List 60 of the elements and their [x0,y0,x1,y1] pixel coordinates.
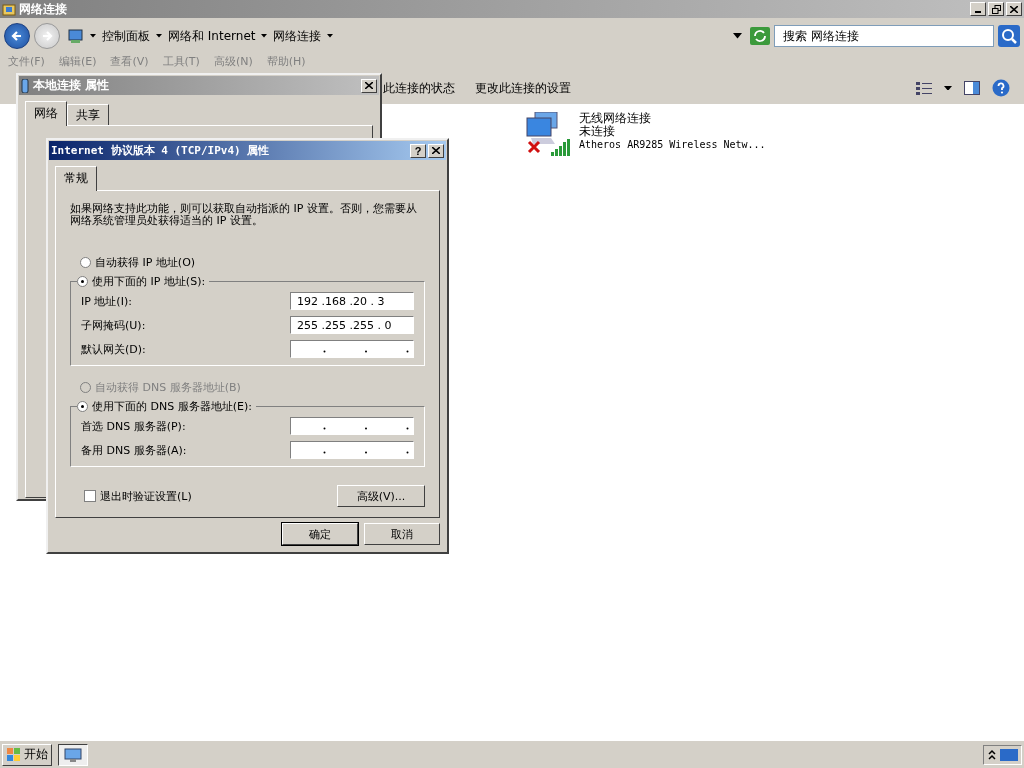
back-arrow-icon [11,30,23,42]
cancel-button[interactable]: 取消 [364,523,440,545]
connection-status: 未连接 [579,125,615,138]
ip-address-field[interactable]: 192 .168 .20 . 3 [290,292,414,310]
field-label: 首选 DNS 服务器(P): [81,418,186,434]
ok-button[interactable]: 确定 [282,523,358,545]
tab[interactable]: 共享 [67,104,109,125]
help-button[interactable]: ? [410,143,426,158]
connection-name: 无线网络连接 [579,112,652,125]
breadcrumb[interactable]: 控制面板 [102,27,150,45]
restore-button[interactable] [988,2,1004,16]
close-icon [1010,5,1018,13]
refresh-icon[interactable] [750,27,770,45]
caret-icon [156,34,162,38]
ip-address-field[interactable] [290,417,414,435]
back-button[interactable] [4,23,30,49]
forward-arrow-icon [41,30,53,42]
caret-icon [327,34,334,38]
view-options-icon[interactable] [916,81,932,95]
search-field[interactable]: 搜索 网络连接 [774,25,994,47]
restore-icon [991,4,1001,14]
caret-icon [261,34,268,38]
field-label: 备用 DNS 服务器(A): [81,442,187,458]
dialog-title: Internet 协议版本 4 (TCP/IPv4) 属性 [51,143,270,158]
close-button[interactable] [361,78,377,93]
field-label: IP 地址(I): [81,293,132,309]
tab[interactable]: 常规 [55,166,97,191]
close-icon [365,82,373,89]
close-icon [432,147,440,154]
breadcrumb[interactable]: 网络连接 [273,27,322,45]
ip-address-field[interactable] [290,340,414,358]
preview-pane-icon[interactable] [964,81,980,95]
monitor-icon [64,747,82,762]
tab[interactable]: 网络 [25,101,67,126]
taskbar-window-button[interactable] [58,743,88,766]
dialog-title: 本地连接 属性 [33,77,110,94]
window-title: 网络连接 [19,0,67,18]
ip-address-field[interactable]: 255 .255 .255 . 0 [290,316,414,334]
close-button[interactable] [1006,2,1022,16]
ip-address-field[interactable] [290,441,414,459]
field-label: 默认网关(D): [81,341,146,357]
breadcrumb[interactable]: 网络和 Internet [168,27,256,45]
network-connection-item[interactable]: 无线网络连接 未连接 Atheros AR9285 Wireless Netw... [525,112,1024,158]
command-link[interactable]: 更改此连接的设置 [475,79,571,97]
caret-icon [90,34,96,38]
windows-logo-icon [6,746,22,763]
show-hidden-icons-icon[interactable] [987,747,997,762]
start-button[interactable]: 开始 [2,743,52,766]
advanced-button[interactable]: 高级(V)... [337,485,425,507]
close-button[interactable] [428,143,444,158]
dropdown-caret-icon[interactable] [733,33,742,39]
description-text: 如果网络支持此功能，则可以获取自动指派的 IP 设置。否则，您需要从网络系统管理员处获得适当的 IP 设置。 [70,203,418,227]
caret-icon[interactable] [944,85,952,91]
help-icon[interactable] [992,79,1010,97]
adapter-name: Atheros AR9285 Wireless Netw... [579,138,766,151]
field-label: 子网掩码(U): [81,317,146,333]
command-link[interactable]: 此连接的状态 [383,79,455,97]
minimize-button[interactable] [970,2,986,16]
search-icon[interactable] [998,25,1020,47]
network-folder-icon [2,2,16,16]
